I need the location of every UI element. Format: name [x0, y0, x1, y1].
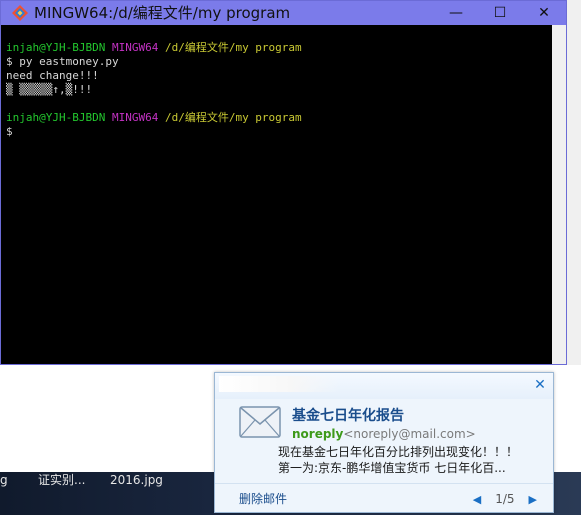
window-controls: — ☐ ✕: [434, 1, 566, 25]
terminal-output[interactable]: injah@YJH-BJBDN MINGW64 /d/编程文件/my progr…: [1, 25, 566, 364]
git-bash-icon: [12, 5, 28, 21]
terminal-titlebar[interactable]: MINGW64:/d/编程文件/my program — ☐ ✕: [1, 1, 566, 25]
background-window-edge: [567, 0, 581, 365]
minimize-button[interactable]: —: [434, 1, 478, 25]
prompt-path: /d/编程文件/my program: [164, 41, 302, 54]
delete-mail-link[interactable]: 删除邮件: [239, 491, 287, 507]
mail-subject[interactable]: 基金七日年化报告: [292, 407, 404, 425]
desktop-file-label[interactable]: g: [0, 472, 8, 488]
prompt-line: injah@YJH-BJBDN MINGW64 /d/编程文件/my progr…: [6, 111, 566, 125]
mail-notification[interactable]: ✕ 基金七日年化报告 noreply<noreply@mail.com> 现在基…: [214, 372, 554, 513]
prompt-path: /d/编程文件/my program: [164, 111, 302, 124]
command-line: $ py eastmoney.py: [6, 55, 119, 68]
prompt-user: injah@YJH-BJBDN: [6, 111, 106, 124]
pager-count: 1/5: [495, 492, 515, 506]
mail-sender: noreply<noreply@mail.com>: [292, 426, 476, 442]
notification-pager: ◀ 1/5 ▶: [473, 490, 537, 508]
prompt-line: injah@YJH-BJBDN MINGW64 /d/编程文件/my progr…: [6, 41, 566, 55]
mail-preview[interactable]: 现在基金七日年化百分比排列出现变化！！！ 第一为:京东-鹏华增值宝货币 七日年化…: [278, 444, 546, 476]
desktop-file-label[interactable]: 证实别...: [38, 472, 85, 488]
prompt-user: injah@YJH-BJBDN: [6, 41, 106, 54]
prompt-env: MINGW64: [111, 41, 159, 54]
notification-header: ✕: [215, 373, 553, 399]
mail-preview-line: 现在基金七日年化百分比排列出现变化！！！: [278, 445, 519, 459]
output-line: need change!!!: [6, 69, 99, 82]
terminal-window[interactable]: MINGW64:/d/编程文件/my program — ☐ ✕ injah@Y…: [0, 0, 567, 365]
cursor-prompt[interactable]: $: [6, 125, 566, 139]
notification-header-app-name: [219, 376, 339, 392]
maximize-button[interactable]: ☐: [478, 1, 522, 25]
notification-close-icon[interactable]: ✕: [533, 378, 547, 392]
output-line-garbled: ▒ ▒▒▒▒▒↑,▒!!!: [6, 83, 93, 96]
sender-name: noreply: [292, 427, 344, 441]
next-arrow-icon[interactable]: ▶: [529, 493, 537, 506]
envelope-icon: [239, 406, 281, 438]
mail-preview-line: 第一为:京东-鹏华增值宝货币 七日年化百...: [278, 461, 506, 475]
terminal-scrollbar[interactable]: [552, 25, 566, 364]
prev-arrow-icon[interactable]: ◀: [473, 493, 481, 506]
notification-footer: 删除邮件 ◀ 1/5 ▶: [215, 483, 553, 512]
sender-email: <noreply@mail.com>: [343, 427, 476, 441]
prompt-env: MINGW64: [111, 111, 159, 124]
close-button[interactable]: ✕: [522, 1, 566, 25]
terminal-title: MINGW64:/d/编程文件/my program: [34, 4, 291, 22]
desktop-file-label[interactable]: 2016.jpg: [110, 472, 163, 488]
